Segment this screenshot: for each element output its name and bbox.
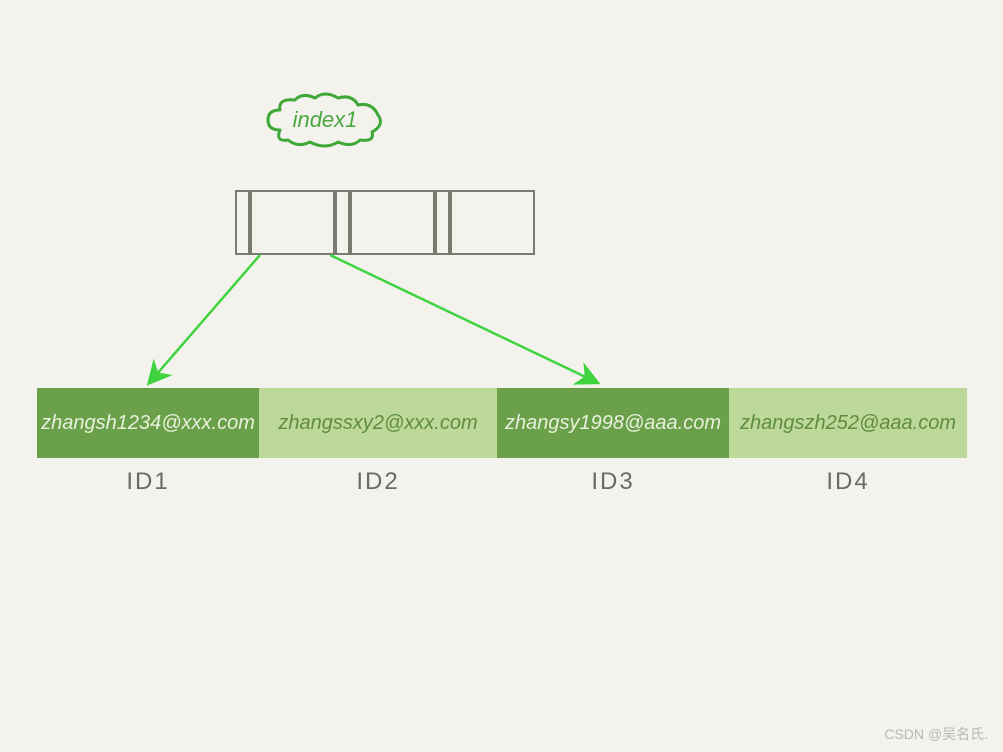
arrow-line [330,255,596,382]
id-label: ID4 [729,468,967,496]
data-cell: zhangsh1234@xxx.com [37,388,259,458]
data-cell: zhangssxy2@xxx.com [259,388,497,458]
pointer-arrows [0,0,1003,752]
id-label: ID2 [259,468,497,496]
index-cell [350,190,435,255]
index-label: index1 [293,107,358,133]
index-cell-spacer [235,190,250,255]
data-cell: zhangszh252@aaa.com [729,388,967,458]
watermark-text: CSDN @吴名氏. [884,724,988,744]
data-leaf-row: zhangsh1234@xxx.com zhangssxy2@xxx.com z… [37,388,967,458]
data-cell: zhangsy1998@aaa.com [497,388,729,458]
index-cell-spacer [435,190,450,255]
index-cell [450,190,535,255]
arrow-line [150,255,260,382]
id-label: ID3 [497,468,729,496]
id-label: ID1 [37,468,259,496]
index-cloud: index1 [260,90,390,150]
index-cell [250,190,335,255]
index-node-boxes [235,190,535,255]
index-cell-spacer [335,190,350,255]
id-labels-row: ID1 ID2 ID3 ID4 [37,468,967,496]
